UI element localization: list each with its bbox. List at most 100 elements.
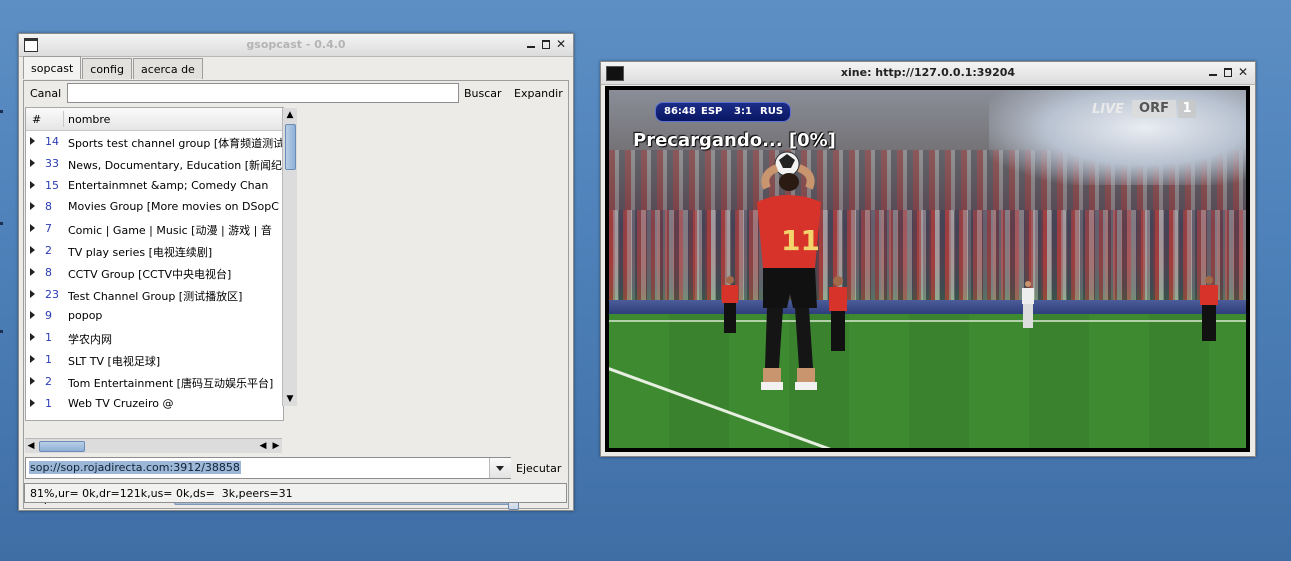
- channel-row[interactable]: 9 popop: [26, 305, 283, 327]
- orf-box: ORF: [1132, 100, 1176, 118]
- desktop-edge-mark: [0, 222, 3, 225]
- channel-name: popop: [68, 309, 103, 323]
- score-time: 86:48: [664, 106, 696, 117]
- ejecutar-button[interactable]: Ejecutar: [516, 462, 561, 475]
- expand-arrow-icon[interactable]: [30, 202, 35, 211]
- expand-arrow-icon[interactable]: [30, 355, 35, 363]
- expand-arrow-icon[interactable]: [30, 137, 35, 145]
- channel-row[interactable]: 8 Movies Group [More movies on DSopC: [26, 196, 283, 218]
- expand-arrow-icon[interactable]: [30, 224, 35, 233]
- channel-row[interactable]: 2 Tom Entertainment [唐码互动娱乐平台]: [26, 371, 283, 393]
- score-team2: RUS: [760, 106, 784, 117]
- column-header-name[interactable]: nombre: [68, 113, 110, 126]
- scroll-thumb[interactable]: [285, 124, 296, 170]
- hscroll-thumb[interactable]: [39, 441, 85, 452]
- score-team1: ESP: [701, 106, 723, 117]
- background-player: [1022, 281, 1034, 328]
- channel-row[interactable]: 1 Web TV Cruzeiro @: [26, 393, 283, 415]
- buscar-button[interactable]: Buscar: [464, 87, 502, 100]
- url-value: sop://sop.rojadirecta.com:3912/38858: [29, 461, 241, 474]
- combo-dropdown-button[interactable]: [489, 458, 511, 478]
- channel-count: 2: [45, 374, 52, 388]
- expand-arrow-icon[interactable]: [30, 398, 35, 407]
- maximize-icon[interactable]: [1222, 66, 1234, 78]
- channel-count: 1: [45, 331, 52, 345]
- orf-digit: 1: [1178, 100, 1196, 118]
- advertising-board: [609, 300, 1246, 314]
- list-header: # nombre: [26, 108, 283, 131]
- scroll-down-icon[interactable]: ▼: [283, 392, 297, 406]
- channel-count: 33: [45, 156, 59, 170]
- xine-titlebar[interactable]: xine: http://127.0.0.1:39204 ✕: [601, 62, 1255, 85]
- scroll-up-icon[interactable]: ▲: [283, 108, 297, 122]
- channel-row[interactable]: 15 Entertainmnet &amp; Comedy Chan: [26, 175, 283, 197]
- canal-input[interactable]: [67, 83, 459, 103]
- channel-count: 1: [45, 396, 52, 410]
- channel-row[interactable]: 2 TV play series [电视连续剧]: [26, 240, 283, 262]
- channel-count: 2: [45, 244, 52, 257]
- scroll-left-icon-2[interactable]: ◀: [257, 439, 269, 453]
- channel-row[interactable]: 14 Sports test channel group [体育频道测试: [26, 131, 283, 153]
- channel-name: Tom Entertainment [唐码互动娱乐平台]: [68, 376, 274, 390]
- channel-count: 8: [45, 200, 52, 214]
- gsopcast-titlebar[interactable]: gsopcast - 0.4.0 ✕: [19, 34, 573, 57]
- desktop-edge-mark: [0, 330, 3, 333]
- tab-sopcast[interactable]: sopcast: [23, 56, 82, 79]
- channel-name: Movies Group [More movies on DSopC: [68, 200, 279, 214]
- channel-list[interactable]: # nombre 14 Sports test channel group [体育…: [25, 107, 284, 421]
- expand-arrow-icon[interactable]: [30, 180, 35, 189]
- desktop-edge-mark: [0, 110, 3, 113]
- expand-arrow-icon[interactable]: [30, 289, 35, 298]
- tab-acerca-de[interactable]: acerca de: [132, 58, 203, 79]
- sopcast-panel: Canal Buscar Expandir # nombre 14 Sports …: [23, 80, 569, 510]
- chevron-down-icon: [496, 466, 504, 471]
- channel-name: Comic | Game | Music [动漫 | 游戏 | 音: [68, 224, 272, 238]
- channel-row[interactable]: 8 CCTV Group [CCTV中央电视台]: [26, 262, 283, 284]
- background-player: [1200, 276, 1218, 341]
- scoreboard: 86:48 ESP 3:1 RUS: [655, 102, 791, 122]
- maximize-icon[interactable]: [540, 38, 552, 50]
- channel-row[interactable]: 23 Test Channel Group [测试播放区]: [26, 284, 283, 306]
- expand-arrow-icon[interactable]: [30, 333, 35, 342]
- scroll-right-icon[interactable]: ▶: [270, 439, 282, 453]
- channel-count: 23: [45, 287, 59, 301]
- column-header-num[interactable]: #: [32, 113, 41, 126]
- channel-count: 15: [45, 178, 59, 192]
- tab-bar: sopcast config acerca de: [23, 56, 204, 79]
- minimize-icon[interactable]: [1207, 66, 1219, 78]
- tab-config[interactable]: config: [82, 58, 132, 79]
- channel-row[interactable]: 33 News, Documentary, Education [新闻纪: [26, 153, 283, 175]
- pitch: [609, 314, 1246, 448]
- live-text: LIVE: [1092, 102, 1125, 117]
- channel-count: 9: [45, 309, 52, 323]
- expand-arrow-icon[interactable]: [30, 158, 35, 167]
- preload-overlay-text: Precargando... [0%]: [633, 130, 836, 151]
- channel-name: TV play series [电视连续剧]: [68, 246, 213, 259]
- expand-arrow-icon[interactable]: [30, 311, 35, 320]
- channel-count: 8: [45, 265, 52, 279]
- channel-row[interactable]: 1 学农内网: [26, 327, 283, 349]
- expand-arrow-icon[interactable]: [30, 246, 35, 254]
- close-icon[interactable]: ✕: [1237, 66, 1249, 78]
- channel-name: Web TV Cruzeiro @: [68, 396, 174, 410]
- window-title: gsopcast - 0.4.0: [246, 38, 346, 51]
- channel-name: News, Documentary, Education [新闻纪: [68, 158, 283, 172]
- orf-logo: LIVE ORF 1: [1092, 99, 1202, 121]
- minimize-icon[interactable]: [525, 38, 537, 50]
- expandir-button[interactable]: Expandir: [514, 87, 563, 100]
- horizontal-scrollbar[interactable]: ◀ ◀ ▶: [25, 438, 282, 453]
- channel-row[interactable]: 7 Comic | Game | Music [动漫 | 游戏 | 音: [26, 218, 283, 240]
- scroll-left-icon[interactable]: ◀: [25, 439, 37, 453]
- url-combo[interactable]: sop://sop.rojadirecta.com:3912/38858: [25, 457, 511, 479]
- score-value: 3:1: [734, 106, 752, 117]
- close-icon[interactable]: ✕: [555, 38, 567, 50]
- video-area[interactable]: 11 86:48 ESP 3:1 RUS LIVE ORF 1 Precarga…: [605, 86, 1250, 452]
- expand-arrow-icon[interactable]: [30, 376, 35, 385]
- expand-arrow-icon[interactable]: [30, 267, 35, 276]
- xine-window-title: xine: http://127.0.0.1:39204: [840, 66, 1016, 79]
- channel-name: Sports test channel group [体育频道测试: [68, 137, 284, 150]
- channel-row[interactable]: 1 SLT TV [电视足球]: [26, 349, 283, 371]
- vertical-scrollbar[interactable]: ▲ ▼: [282, 108, 297, 406]
- channel-name: Test Channel Group [测试播放区]: [68, 289, 243, 303]
- background-player: [722, 276, 738, 333]
